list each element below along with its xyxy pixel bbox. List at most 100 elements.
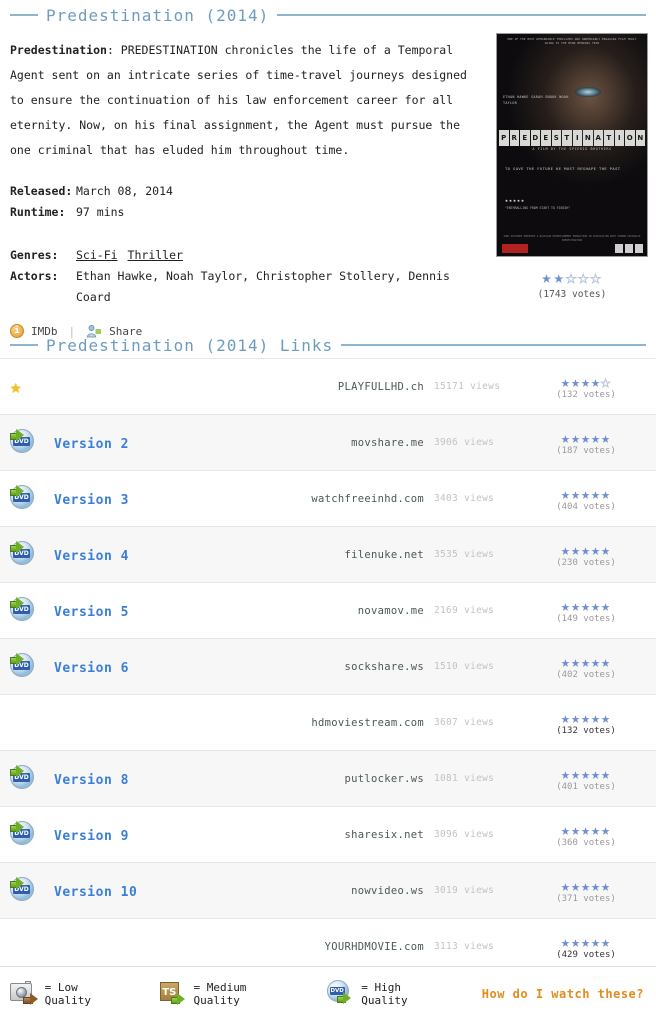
link-host: nowvideo.ws — [351, 884, 424, 897]
link-rating-cell[interactable]: ★★★★★ (402 votes) — [526, 652, 646, 680]
star-glyph: ★ — [591, 540, 602, 559]
star-glyph: ★ — [553, 268, 566, 288]
link-quality-icon: ★ — [10, 376, 54, 398]
link-row[interactable]: hdmoviestream.com 3607 views ★★★★★ (132 vot… — [0, 695, 656, 751]
link-votes-count: (404 votes) — [556, 501, 616, 512]
movie-votes-count: (1743 votes) — [537, 289, 607, 300]
link-view-count: 3096 views — [434, 829, 495, 840]
poster-billing-block — [502, 244, 528, 253]
movie-poster[interactable]: ONE OF THE MOST REMARKABLE THRILLERS AND… — [496, 33, 648, 257]
synopsis-text: : PREDESTINATION chronicles the life of … — [10, 43, 467, 157]
link-row[interactable]: DVD Version 4 filenuke.net 3535 views ★★★★★(… — [0, 527, 656, 583]
dvd-icon: DVD — [326, 979, 356, 1008]
movie-rating-block: ★★★★★ (1743 votes) — [496, 268, 648, 301]
link-star-rating[interactable]: ★★★★★ — [526, 709, 646, 727]
link-star-rating[interactable]: ★★★★★ — [526, 428, 646, 447]
link-view-count: 3906 views — [434, 437, 495, 448]
link-votes-count: (371 votes) — [556, 893, 616, 904]
poster-letter: O — [625, 130, 635, 146]
poster-letter: T — [604, 130, 614, 146]
version-link[interactable]: Version 8 — [54, 773, 129, 788]
link-rating-cell[interactable]: ★★★★★ (429 votes) — [526, 932, 646, 960]
star-glyph: ★ — [580, 932, 592, 951]
star-glyph: ★ — [591, 764, 602, 783]
poster-letter: I — [614, 130, 624, 146]
link-row[interactable]: ★ PLAYFULLHD.ch 15171 views ★★★★★ (132 votes… — [0, 359, 656, 415]
how-to-watch-link[interactable]: How do I watch these? — [482, 987, 646, 1001]
star-glyph: ★ — [591, 484, 602, 503]
movie-star-rating[interactable]: ★★★★★ — [496, 268, 648, 289]
link-row[interactable]: DVD Version 5 novamov.me 2169 views ★★★★★ (14… — [0, 583, 656, 639]
link-row[interactable]: DVD Version 10 nowvideo.ws 3019 views ★★★★★(… — [0, 863, 656, 919]
link-rating-cell[interactable]: ★★★★★ (132 votes) — [526, 373, 646, 400]
genre-link-thriller[interactable]: Thriller — [128, 248, 183, 262]
poster-letter: S — [551, 130, 561, 146]
link-rating-cell[interactable]: ★★★★★ (401 votes) — [526, 764, 646, 792]
link-rating-cell[interactable]: ★★★★★ (404 votes) — [526, 484, 646, 512]
link-star-rating[interactable]: ★★★★★ — [526, 652, 646, 671]
link-rating-cell[interactable]: ★★★★★ (132 votes) — [526, 709, 646, 736]
version-link[interactable]: Version 2 — [54, 437, 129, 452]
link-version-cell: Version 10 — [54, 881, 284, 900]
poster-rating-marks — [615, 244, 643, 253]
version-link[interactable]: Version 10 — [54, 885, 137, 900]
link-votes-count: (132 votes) — [556, 725, 616, 736]
genre-link-scifi[interactable]: Sci-Fi — [76, 248, 118, 262]
link-rating-cell[interactable]: ★★★★★ (149 votes) — [526, 596, 646, 624]
link-view-count: 3019 views — [434, 885, 495, 896]
link-quality-icon: DVD — [10, 484, 54, 513]
link-star-rating[interactable]: ★★★★★ — [526, 876, 646, 895]
link-version-cell: Version 3 — [54, 489, 284, 508]
version-link[interactable]: Version 5 — [54, 605, 129, 620]
version-link[interactable]: Version 4 — [54, 549, 129, 564]
link-star-rating[interactable]: ★★★★★ — [526, 820, 646, 839]
link-star-rating[interactable]: ★★★★★ — [526, 540, 646, 559]
star-glyph: ★ — [560, 652, 571, 671]
legend-high-quality-label: = High Quality — [361, 980, 408, 1007]
link-host: putlocker.ws — [344, 772, 424, 785]
actors-label: Actors: — [10, 269, 59, 283]
link-votes-count: (429 votes) — [556, 949, 616, 960]
link-row[interactable]: DVD Version 9 sharesix.net 3096 views ★★★★★(… — [0, 807, 656, 863]
link-quality-icon: DVD — [10, 764, 54, 793]
gold-star-icon: ★ — [10, 375, 22, 398]
link-star-rating[interactable]: ★★★★★ — [526, 373, 646, 391]
star-glyph: ★ — [560, 596, 571, 615]
link-view-count: 2169 views — [434, 605, 495, 616]
link-star-rating[interactable]: ★★★★★ — [526, 764, 646, 783]
dvd-icon: DVD — [10, 764, 40, 793]
version-link[interactable]: Version 3 — [54, 493, 129, 508]
actors-row: Actors: Ethan Hawke, Noah Taylor, Christ… — [10, 266, 482, 308]
runtime-value: 97 mins — [76, 205, 125, 219]
camera-icon — [10, 980, 39, 1007]
link-view-count: 15171 views — [434, 381, 501, 392]
version-link[interactable]: Version 9 — [54, 829, 129, 844]
link-row[interactable]: DVD Version 3 watchfreeinhd.com 3403 views ★… — [0, 471, 656, 527]
link-rating-cell[interactable]: ★★★★★ (360 votes) — [526, 820, 646, 848]
star-glyph: ★ — [560, 484, 571, 503]
link-row[interactable]: DVD Version 8 putlocker.ws 1081 views ★★★★★(… — [0, 751, 656, 807]
poster-subtitle: A FILM BY THE SPIERIG BROTHERS — [532, 147, 612, 151]
star-glyph: ★ — [570, 876, 581, 895]
link-view-count: 3113 views — [434, 941, 495, 952]
links-rule-right — [341, 344, 646, 346]
link-star-rating[interactable]: ★★★★★ — [526, 932, 646, 951]
link-version-cell: Version 6 — [54, 657, 284, 676]
actors-value: Ethan Hawke, Noah Taylor, Christopher St… — [76, 269, 450, 304]
link-host: YOURHDMOVIE.com — [324, 940, 424, 953]
link-rating-cell[interactable]: ★★★★★ (371 votes) — [526, 876, 646, 904]
link-star-rating[interactable]: ★★★★★ — [526, 596, 646, 615]
star-glyph: ★ — [591, 428, 602, 447]
poster-letter: P — [499, 130, 509, 146]
star-glyph: ★ — [560, 764, 571, 783]
star-glyph: ★ — [570, 932, 581, 951]
link-rating-cell[interactable]: ★★★★★ (230 votes) — [526, 540, 646, 568]
link-row[interactable]: DVD Version 6 sockshare.ws 1510 views ★★★★★(… — [0, 639, 656, 695]
link-star-rating[interactable]: ★★★★★ — [526, 484, 646, 503]
runtime-row: Runtime: 97 mins — [10, 202, 482, 223]
version-link[interactable]: Version 6 — [54, 661, 129, 676]
link-row[interactable]: DVD Version 2 movshare.me 3906 views ★★★★★ (1… — [0, 415, 656, 471]
star-glyph: ★ — [560, 820, 571, 839]
link-votes-count: (402 votes) — [556, 669, 616, 680]
link-rating-cell[interactable]: ★★★★★ (187 votes) — [526, 428, 646, 456]
